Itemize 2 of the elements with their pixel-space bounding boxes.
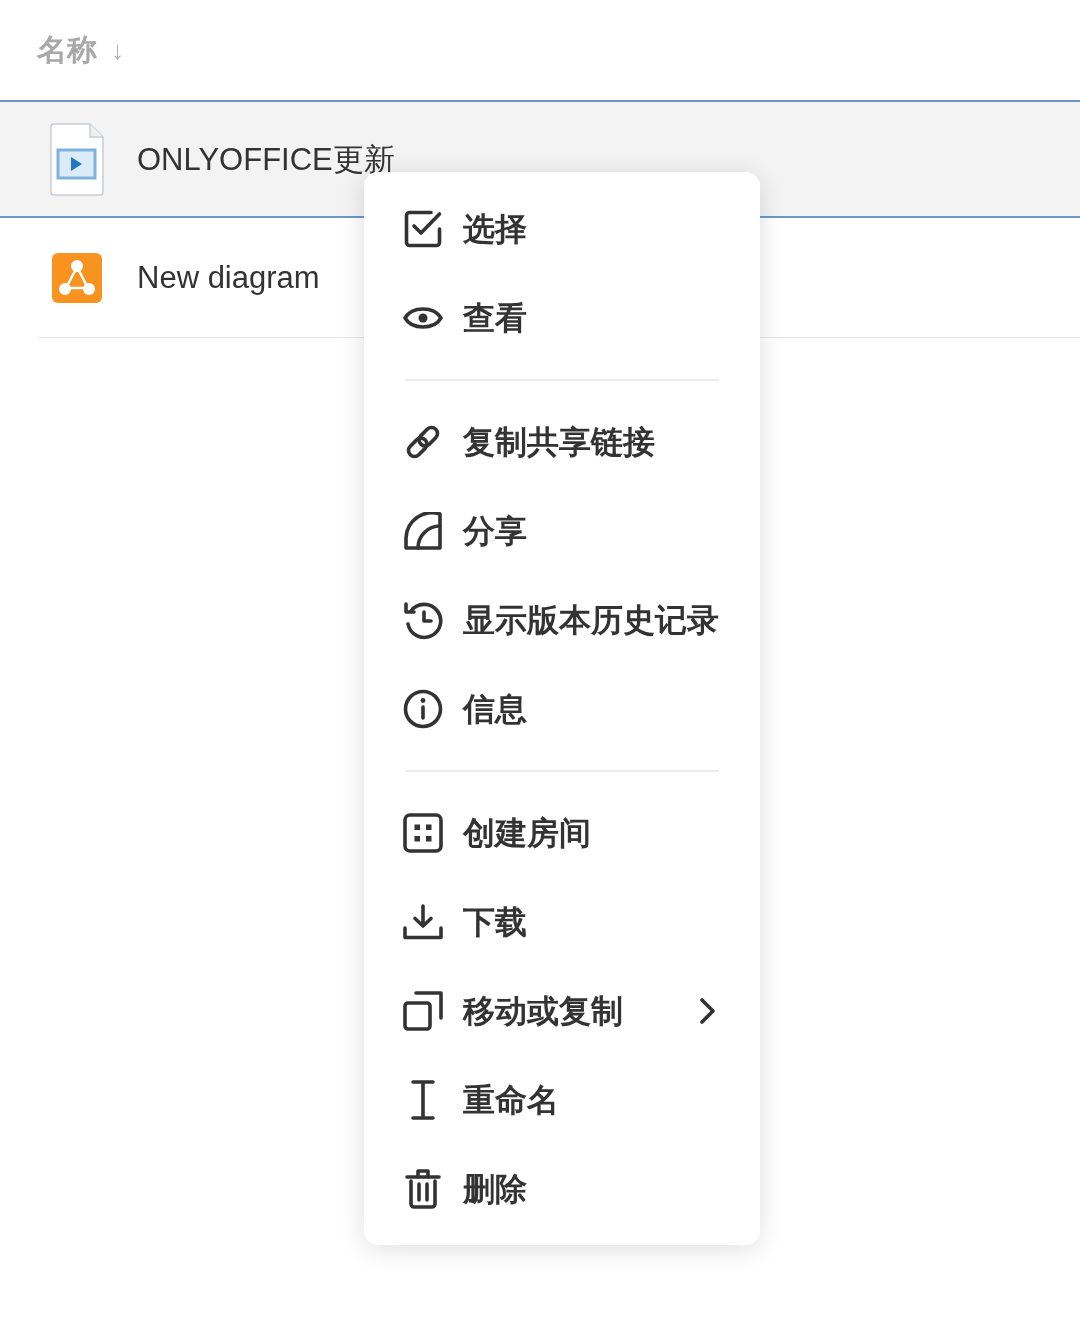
file-name: ONLYOFFICE更新 (137, 143, 395, 175)
file-name: New diagram (137, 262, 320, 293)
